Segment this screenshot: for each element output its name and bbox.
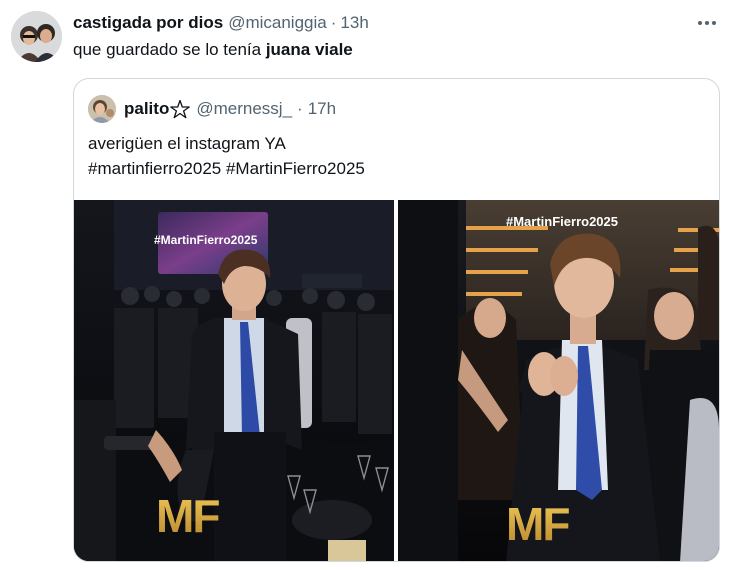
- tweet-timestamp[interactable]: 13h: [340, 13, 368, 33]
- quoted-text-line-1: averigüen el instagram YA: [88, 134, 286, 153]
- author-handle[interactable]: @micaniggia: [228, 13, 327, 33]
- left-screen-hashtag: #MartinFierro2025: [154, 233, 258, 247]
- quoted-tweet-card[interactable]: palito @mernessj_ · 17h averigüen el ins…: [73, 78, 720, 562]
- quoted-tweet-header: palito @mernessj_ · 17h: [88, 95, 336, 123]
- author-avatar[interactable]: [11, 11, 62, 62]
- author-name[interactable]: castigada por dios: [73, 13, 223, 33]
- quoted-separator-dot: ·: [297, 99, 303, 118]
- photo-left[interactable]: #MartinFierro2025 MF: [74, 200, 394, 561]
- quoted-text-hashtags[interactable]: #martinfierro2025 #MartinFierro2025: [88, 156, 365, 181]
- more-horizontal-icon: [698, 21, 702, 25]
- tweet-text: que guardado se lo tenía juana viale: [73, 40, 353, 60]
- right-mf-logo: MF: [506, 498, 569, 550]
- right-screen-hashtag: #MartinFierro2025: [506, 214, 618, 229]
- pentagram-icon: [170, 99, 191, 119]
- quoted-timestamp: 17h: [307, 99, 337, 118]
- tweet-text-bold: juana viale: [265, 40, 353, 59]
- more-options-button[interactable]: [695, 13, 719, 33]
- photo-right[interactable]: #MartinFierro2025 MF: [398, 200, 719, 561]
- media-grid: #MartinFierro2025 MF #MartinFierro2025 M…: [74, 200, 719, 561]
- tweet-text-prefix: que guardado se lo tenía: [73, 40, 266, 59]
- left-mf-logo: MF: [156, 490, 219, 542]
- quoted-author-avatar: [88, 95, 116, 123]
- quoted-tweet-text: averigüen el instagram YA #martinfierro2…: [88, 131, 365, 181]
- quoted-author-name: palito: [124, 99, 170, 118]
- tweet-header: castigada por dios @micaniggia · 13h: [73, 13, 369, 33]
- quoted-author-handle: @mernessj_: [196, 99, 293, 118]
- separator-dot: ·: [330, 13, 337, 32]
